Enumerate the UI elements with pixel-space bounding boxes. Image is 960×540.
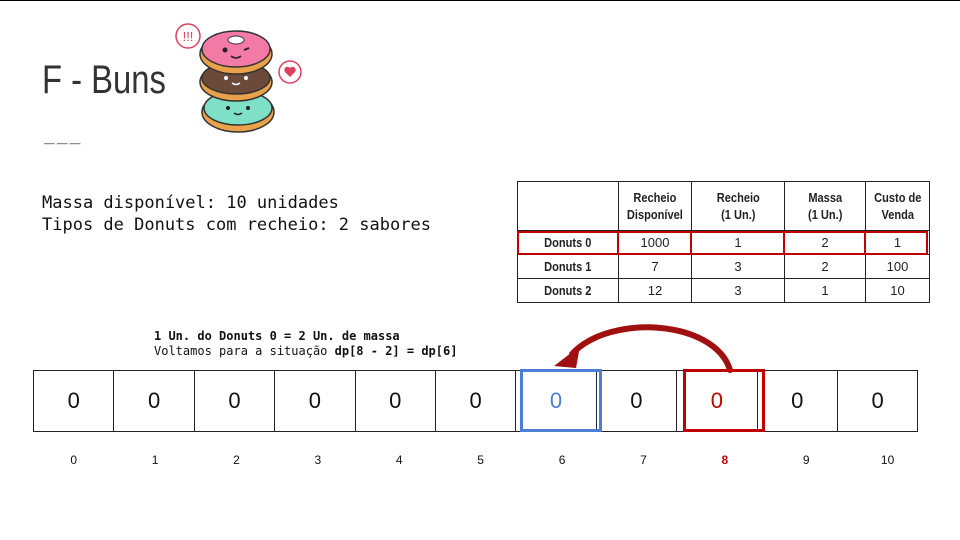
dp-index: 9 xyxy=(802,453,810,467)
dp-cell: 0 xyxy=(758,371,838,431)
dp-cell: 0 xyxy=(356,371,436,431)
table-cell: 1 xyxy=(865,230,930,255)
info-types-line: Tipos de Donuts com recheio: 2 sabores xyxy=(42,215,431,235)
table-header-cell: Custo de Venda xyxy=(865,181,930,231)
note-line2-formula: dp[8 - 2] = dp[6] xyxy=(334,344,458,358)
dp-cell: 0 xyxy=(597,371,678,431)
dp-index: 0 xyxy=(70,453,78,467)
transition-note: 1 Un. do Donuts 0 = 2 Un. de massa Volta… xyxy=(154,329,457,359)
dp-cell: 0 xyxy=(275,371,356,431)
transition-arrow-icon xyxy=(554,324,733,373)
table-header-cell xyxy=(517,181,619,231)
table-cell: 10 xyxy=(865,278,930,303)
dp-source-highlight xyxy=(683,369,765,432)
donuts-table: Recheio Disponível Recheio (1 Un.) Massa (1… xyxy=(517,181,930,303)
table-header-cell: Recheio (1 Un.) xyxy=(691,181,785,231)
note-line2-prefix: Voltamos para a situação xyxy=(154,344,335,358)
dp-cell: 0 xyxy=(114,371,195,431)
table-cell: 2 xyxy=(784,254,866,279)
donut-stack-icon: !!! xyxy=(175,23,302,133)
dp-cell: 0 xyxy=(838,371,919,431)
dp-index: 5 xyxy=(477,453,484,467)
table-row-label: Donuts 1 xyxy=(517,254,619,279)
dp-index: 6 xyxy=(558,453,566,467)
table-row-label: Donuts 2 xyxy=(517,278,619,303)
table-row: Donuts 0 1000 1 2 1 xyxy=(517,230,930,255)
table-cell: 7 xyxy=(618,254,692,279)
dp-index: 10 xyxy=(880,453,895,467)
table-row-label: Donuts 0 xyxy=(517,230,619,255)
dp-index: 3 xyxy=(314,453,322,467)
table-cell: 100 xyxy=(865,254,930,279)
dp-index: 1 xyxy=(151,453,159,467)
info-mass-line: Massa disponível: 10 unidades xyxy=(42,193,339,213)
top-border-line xyxy=(0,0,960,1)
dp-index: 4 xyxy=(395,453,403,467)
dp-cell: 0 xyxy=(34,371,115,431)
dp-index-row: 0 1 2 3 4 5 6 7 8 9 10 xyxy=(33,453,928,467)
svg-text:!!!: !!! xyxy=(183,29,194,44)
dp-index: 7 xyxy=(640,453,647,467)
dp-cell: 0 xyxy=(436,371,517,431)
note-line1: 1 Un. do Donuts 0 = 2 Un. de massa xyxy=(154,329,400,343)
title-divider: ___ xyxy=(44,124,83,145)
dp-array: 0 0 0 0 0 0 0 0 0 0 0 xyxy=(33,370,919,432)
table-row: Donuts 1 7 3 2 100 xyxy=(517,254,930,279)
dp-index: 2 xyxy=(233,453,240,467)
problem-info: Massa disponível: 10 unidades Tipos de D… xyxy=(42,192,431,236)
table-header-cell: Recheio Disponível xyxy=(618,181,692,231)
table-header-row: Recheio Disponível Recheio (1 Un.) Massa (1… xyxy=(517,181,930,231)
table-cell: 1 xyxy=(784,278,866,303)
table-cell: 2 xyxy=(784,230,866,255)
dp-index-current: 8 xyxy=(721,453,729,467)
dp-target-highlight xyxy=(520,369,602,432)
table-cell: 3 xyxy=(691,254,785,279)
table-cell: 12 xyxy=(618,278,692,303)
table-header-cell: Massa (1 Un.) xyxy=(784,181,866,231)
page-title: F - Buns xyxy=(42,58,166,102)
table-cell: 1 xyxy=(691,230,785,255)
dp-cell: 0 xyxy=(195,371,276,431)
table-cell: 3 xyxy=(691,278,785,303)
table-cell: 1000 xyxy=(618,230,692,255)
table-row: Donuts 2 12 3 1 10 xyxy=(517,278,930,303)
